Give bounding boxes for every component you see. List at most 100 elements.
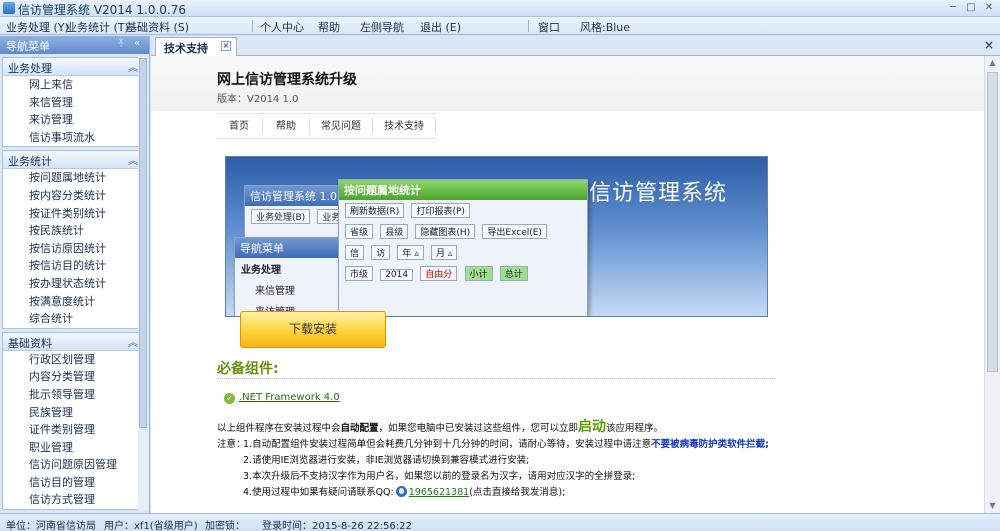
tab-label: 技术支持: [164, 42, 208, 55]
menu-style[interactable]: 风格:Blue: [580, 19, 630, 35]
menu-business[interactable]: 业务处理 (Y): [6, 19, 69, 35]
sidebar-item[interactable]: 内容分类管理: [3, 368, 146, 386]
screenshot-cell: 自由分: [420, 266, 458, 281]
sidebar-group-statistics: 业务统计 ︽ 按问题属地统计 按内容分类统计 按证件类别统计 按民族统计 按信访…: [2, 150, 147, 329]
screenshot-col: 年 ▵: [397, 245, 424, 260]
screenshot-total: 小计: [464, 266, 493, 281]
subnav-tech-support[interactable]: 技术支持: [373, 114, 435, 138]
note-text: 以上组件程序在安装过程中会: [217, 423, 341, 434]
note-text: 1.自动配置组件安装过程简单但会耗费几分钟到十几分钟的时间，请耐心等待，安装过程…: [243, 439, 652, 450]
status-login-time: 登录时间：2015-8-26 22:56:22: [262, 521, 412, 531]
chevron-up-icon[interactable]: ︽: [128, 334, 138, 349]
sidebar-group-basic-data: 基础资料 ︽ 行政区划管理 内容分类管理 批示领导管理 民族管理 证件类别管理 …: [2, 331, 147, 511]
page-version: 版本：V2014 1.0: [217, 94, 299, 105]
sidebar-item[interactable]: 按满意度统计: [3, 293, 146, 311]
sidebar-item[interactable]: 按证件类别统计: [3, 205, 146, 223]
sidebar-item[interactable]: 网上来信: [3, 76, 146, 94]
window-title: 信访管理系统 V2014 1.0.0.76: [18, 3, 186, 17]
window-close-button[interactable]: ✕: [982, 1, 996, 15]
close-all-tabs-icon[interactable]: ×: [984, 38, 994, 52]
qq-icon[interactable]: [395, 486, 407, 497]
subnav-faq[interactable]: 常见问题: [310, 114, 372, 138]
sidebar-item[interactable]: 按信访目的统计: [3, 257, 146, 275]
note-text: ，如果您电脑中已安装过这些组件，您可以立即: [378, 423, 579, 434]
screenshot-toolbar-item: 打印报表(P): [411, 203, 470, 218]
sidebar-group-header[interactable]: 基础资料 ︽: [3, 332, 146, 351]
sidebar-item[interactable]: 证件类别管理: [3, 421, 146, 439]
screenshot-group: 业务处理: [241, 265, 281, 276]
scroll-up-icon[interactable]: ▲: [985, 56, 1000, 70]
sidebar-item[interactable]: 信访方式管理: [3, 491, 146, 509]
note-line: 2.请使用IE浏览器进行安装，非IE浏览器请切换到兼容模式进行安装;: [217, 453, 769, 469]
screenshot-cell: 2014: [380, 269, 414, 281]
sidebar-item[interactable]: 来信管理: [3, 94, 146, 112]
sidebar-group-business: 业务处理 ︽ 网上来信 来信管理 来访管理 信访事项流水: [2, 57, 147, 148]
maximize-button[interactable]: □: [964, 1, 978, 15]
page-title: 网上信访管理系统升级: [217, 72, 357, 88]
screenshot-tabs: 信 访 年 ▵ 月 ▵: [339, 242, 587, 263]
screenshot-field: 省级: [345, 224, 374, 239]
requirement-link[interactable]: ✓ .NET Framework 4.0: [224, 392, 340, 404]
content-scrollbar[interactable]: ▲ ▼: [984, 56, 1000, 513]
sidebar-header: 导航菜单 ᛡ «: [0, 36, 149, 54]
minimize-button[interactable]: ─: [946, 1, 960, 15]
sidebar-item[interactable]: 信访事项流水: [3, 129, 146, 147]
sidebar-item[interactable]: 综合统计: [3, 310, 146, 328]
scrollbar-thumb[interactable]: [139, 58, 147, 428]
scrollbar-thumb[interactable]: [987, 72, 998, 372]
page-subnav: 首页 帮助 常见问题 技术支持: [216, 113, 436, 139]
sidebar-item[interactable]: 按民族统计: [3, 222, 146, 240]
sidebar-item[interactable]: 批示领导管理: [3, 386, 146, 404]
download-install-button[interactable]: 下载安装: [240, 311, 386, 348]
sidebar-item[interactable]: 信访问题原因管理: [3, 456, 146, 474]
menu-personal-center[interactable]: 个人中心: [260, 19, 304, 35]
screenshot-tab: 信: [345, 245, 365, 260]
note-warning: 不要被病毒防护类软件拦截;: [651, 439, 769, 450]
chevron-up-icon[interactable]: ︽: [128, 152, 138, 167]
sidebar-item[interactable]: 按办理状态统计: [3, 275, 146, 293]
sidebar-scrollbar[interactable]: [138, 56, 148, 511]
screenshot-field: 市级: [345, 266, 374, 281]
screenshot-item: 来信管理: [255, 286, 295, 297]
tab-tech-support[interactable]: 技术支持 ×: [155, 37, 237, 56]
sidebar-group-header[interactable]: 业务统计 ︽: [3, 151, 146, 170]
sidebar-group-title: 业务处理: [8, 62, 52, 75]
screenshot-title: 导航菜单: [235, 238, 343, 258]
screenshot-col: 月 ▵: [430, 245, 458, 260]
launch-link[interactable]: 启动: [578, 419, 606, 435]
banner-title: 信访管理系统: [588, 181, 727, 206]
sidebar-item[interactable]: 来访管理: [3, 111, 146, 129]
menu-statistics[interactable]: 业务统计 (T): [66, 19, 129, 35]
menu-bar: 业务处理 (Y) 业务统计 (T) 基础资料 (S) 个人中心 帮助 左侧导航 …: [0, 17, 1000, 35]
subnav-help[interactable]: 帮助: [263, 114, 309, 138]
subnav-home[interactable]: 首页: [216, 114, 262, 138]
banner-screenshot-stats: 按问题属地统计 刷新数据(R) 打印报表(P) 省级 县级 隐藏图表(H) 导出…: [338, 179, 588, 316]
sidebar-item[interactable]: 行政区划管理: [3, 351, 146, 369]
menu-left-nav[interactable]: 左侧导航: [360, 19, 404, 35]
chevron-up-icon[interactable]: ︽: [128, 59, 138, 74]
note-line: 3.本次升级后不支持汉字作为用户名，如果您以前的登录名为汉字，请用对应汉字的全拼…: [217, 469, 769, 485]
note-text: 4.使用过程中如果有疑问请联系QQ:: [243, 487, 394, 498]
screenshot-data-row: 市级 2014 自由分 小计 总计: [339, 263, 587, 284]
sidebar-item[interactable]: 信访目的管理: [3, 474, 146, 492]
sidebar-item[interactable]: 民族管理: [3, 404, 146, 422]
requirements-title: 必备组件:: [217, 361, 279, 377]
menu-window[interactable]: 窗口: [538, 19, 560, 35]
note-text: 该应用程序。: [606, 423, 664, 434]
sidebar-item[interactable]: 职业管理: [3, 439, 146, 457]
sidebar: 导航菜单 ᛡ « 业务处理 ︽ 网上来信 来信管理 来访管理 信访事项流水 业务…: [0, 36, 150, 513]
screenshot-toolbar-item: 刷新数据(R): [345, 203, 405, 218]
sidebar-item[interactable]: 按问题属地统计: [3, 169, 146, 187]
menu-help[interactable]: 帮助: [318, 19, 340, 35]
collapse-icon[interactable]: «: [134, 38, 140, 49]
pin-icon[interactable]: ᛡ: [118, 38, 124, 49]
close-icon[interactable]: ×: [221, 41, 231, 51]
sidebar-group-header[interactable]: 业务处理 ︽: [3, 58, 146, 76]
sidebar-item[interactable]: 按信访原因统计: [3, 240, 146, 258]
note-text: (点击直接给我发消息);: [469, 487, 566, 498]
menu-basic-data[interactable]: 基础资料 (S): [126, 19, 189, 35]
sidebar-item[interactable]: 按内容分类统计: [3, 187, 146, 205]
qq-link[interactable]: 1965621381: [409, 487, 469, 498]
menu-exit[interactable]: 退出 (E): [420, 19, 461, 35]
scroll-down-icon[interactable]: ▼: [985, 499, 1000, 513]
